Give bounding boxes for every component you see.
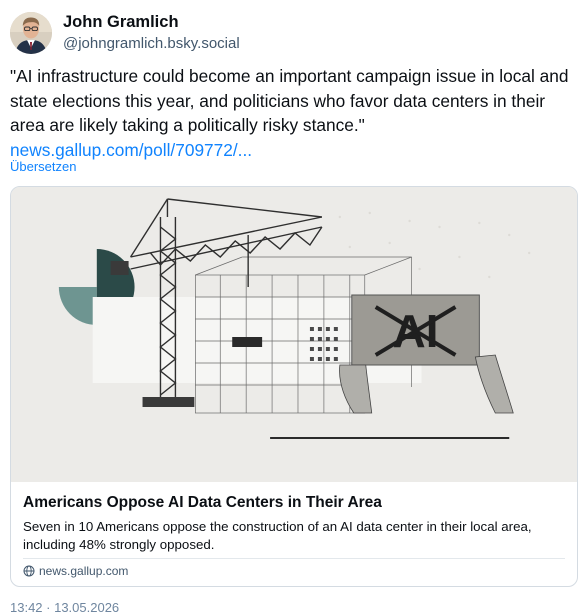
card-image: AI	[11, 187, 577, 482]
avatar[interactable]	[10, 12, 52, 54]
post-link[interactable]: news.gallup.com/poll/709772/...	[10, 138, 575, 163]
post-text: "AI infrastructure could become an impor…	[10, 66, 569, 135]
post-timestamp[interactable]: 13:42 · 13.05.2026	[10, 600, 119, 614]
author-handle[interactable]: @johngramlich.bsky.social	[63, 35, 240, 54]
card-description: Seven in 10 Americans oppose the constru…	[23, 519, 532, 552]
post: John Gramlich @johngramlich.bsky.social …	[0, 0, 585, 614]
card-domain[interactable]: news.gallup.com	[23, 564, 128, 578]
globe-icon	[23, 565, 35, 577]
author-display-name[interactable]: John Gramlich	[63, 12, 240, 33]
card-title[interactable]: Americans Oppose AI Data Centers in Thei…	[23, 494, 382, 512]
post-body: "AI infrastructure could become an impor…	[10, 64, 575, 162]
card-domain-label: news.gallup.com	[39, 564, 129, 578]
link-preview-card[interactable]: AI Americans Oppose AI Data Centers in T…	[10, 186, 578, 587]
translate-link[interactable]: Übersetzen	[10, 159, 76, 174]
card-divider	[23, 558, 565, 559]
post-author[interactable]: John Gramlich @johngramlich.bsky.social	[10, 10, 240, 56]
